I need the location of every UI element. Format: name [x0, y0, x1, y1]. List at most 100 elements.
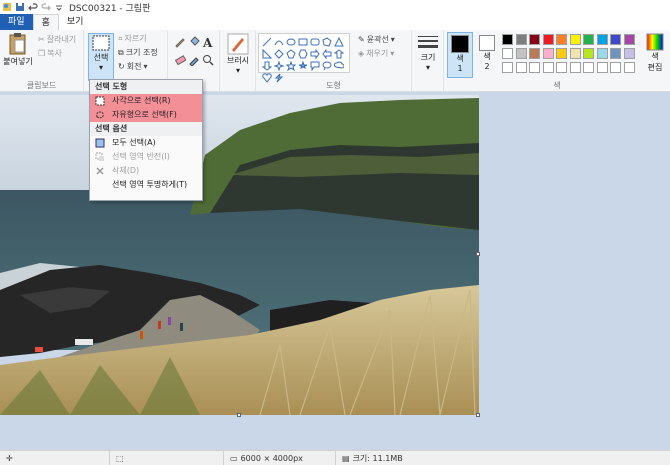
- palette-swatch-empty[interactable]: [556, 62, 567, 73]
- diamond-shape-icon[interactable]: [273, 48, 284, 59]
- color2-swatch: [479, 35, 495, 51]
- fill-bucket-icon[interactable]: [188, 36, 200, 48]
- palette-swatch[interactable]: [529, 34, 540, 45]
- palette-swatch[interactable]: [583, 48, 594, 59]
- transparent-selection-item[interactable]: 선택 영역 투명하게(T): [90, 178, 202, 192]
- tab-view[interactable]: 보기: [59, 14, 92, 30]
- chevron-down-icon: ▾: [235, 66, 240, 75]
- colors-group: 색 1 색 2 색 편집 색: [444, 30, 670, 92]
- magnifier-icon[interactable]: [202, 54, 214, 66]
- rotate-button[interactable]: ↻ 회전 ▾: [118, 61, 147, 72]
- up-arrow-shape-icon[interactable]: [333, 48, 344, 59]
- rectangle-shape-icon[interactable]: [297, 36, 308, 47]
- rectangular-selection-item[interactable]: 사각으로 선택(R): [90, 94, 202, 108]
- right-triangle-shape-icon[interactable]: [261, 48, 272, 59]
- crop-button[interactable]: ⌗ 자르기: [118, 33, 147, 44]
- palette-swatch[interactable]: [542, 48, 554, 59]
- color2-button[interactable]: 색 2: [475, 32, 499, 78]
- size-group: 크기 ▾: [412, 30, 444, 92]
- palette-swatch[interactable]: [502, 48, 513, 59]
- paste-button[interactable]: 붙여넣기: [2, 32, 34, 67]
- oval-callout-shape-icon[interactable]: [321, 60, 332, 71]
- window-title: DSC00321 - 그림판: [69, 3, 151, 14]
- palette-swatch-empty[interactable]: [583, 62, 594, 73]
- pencil-icon[interactable]: [174, 36, 186, 48]
- palette-swatch[interactable]: [583, 34, 594, 45]
- palette-swatch[interactable]: [610, 34, 621, 45]
- invert-selection-item[interactable]: 선택 영역 반전(I): [90, 150, 202, 164]
- palette-swatch[interactable]: [596, 48, 608, 59]
- hexagon-shape-icon[interactable]: [297, 48, 308, 59]
- oval-shape-icon[interactable]: [285, 36, 296, 47]
- outline-button[interactable]: ✎ 윤곽선 ▾: [358, 34, 395, 45]
- color-picker-icon[interactable]: [188, 54, 200, 66]
- palette-swatch[interactable]: [542, 34, 554, 45]
- five-point-star-shape-icon[interactable]: [285, 60, 296, 71]
- cloud-callout-shape-icon[interactable]: [333, 60, 344, 71]
- resize-button[interactable]: ⧉ 크기 조정: [118, 47, 158, 58]
- palette-swatch[interactable]: [515, 34, 527, 45]
- four-point-star-shape-icon[interactable]: [273, 60, 284, 71]
- brushes-button[interactable]: 브러시 ▾: [223, 33, 253, 75]
- palette-swatch-empty[interactable]: [502, 62, 513, 73]
- save-icon[interactable]: [15, 2, 25, 12]
- palette-swatch[interactable]: [569, 34, 581, 45]
- tab-home[interactable]: 홈: [32, 14, 59, 30]
- palette-swatch-empty[interactable]: [596, 62, 608, 73]
- clipboard-group: 붙여넣기 ✂ 잘라내기 ❐ 복사 클립보드: [0, 30, 84, 92]
- palette-swatch[interactable]: [556, 48, 567, 59]
- photo-canvas[interactable]: [0, 95, 479, 415]
- text-tool-icon[interactable]: A: [202, 36, 214, 48]
- edit-colors-button[interactable]: 색 편집: [642, 33, 668, 73]
- tab-file[interactable]: 파일: [0, 14, 33, 30]
- polygon-shape-icon[interactable]: [321, 36, 332, 47]
- palette-swatch-empty[interactable]: [610, 62, 621, 73]
- redo-icon[interactable]: [41, 2, 51, 12]
- resize-handle-corner[interactable]: [476, 413, 480, 417]
- shapes-group: ✎ 윤곽선 ▾ ◈ 채우기 ▾ 도형: [256, 30, 412, 92]
- palette-swatch-empty[interactable]: [569, 62, 581, 73]
- copy-button[interactable]: ❐ 복사: [38, 48, 62, 59]
- resize-handle-right[interactable]: [476, 252, 480, 256]
- six-point-star-shape-icon[interactable]: [297, 60, 308, 71]
- free-form-selection-item[interactable]: 자유형으로 선택(F): [90, 108, 202, 122]
- fill-button[interactable]: ◈ 채우기 ▾: [358, 48, 394, 59]
- rounded-rectangle-shape-icon[interactable]: [309, 36, 320, 47]
- curve-shape-icon[interactable]: [273, 36, 284, 47]
- palette-swatch[interactable]: [515, 48, 527, 59]
- palette-swatch-empty[interactable]: [542, 62, 554, 73]
- color1-button[interactable]: 색 1: [447, 32, 473, 78]
- palette-swatch[interactable]: [623, 48, 635, 59]
- free-form-select-icon: [96, 111, 104, 119]
- down-arrow-shape-icon[interactable]: [261, 60, 272, 71]
- palette-swatch-empty[interactable]: [529, 62, 540, 73]
- palette-swatch[interactable]: [556, 34, 567, 45]
- palette-swatch-empty[interactable]: [623, 62, 635, 73]
- select-all-item[interactable]: 모두 선택(A): [90, 136, 202, 150]
- triangle-shape-icon[interactable]: [333, 36, 344, 47]
- palette-swatch[interactable]: [596, 34, 608, 45]
- right-arrow-shape-icon[interactable]: [309, 48, 320, 59]
- coastal-photo: [0, 95, 479, 415]
- line-shape-icon[interactable]: [261, 36, 272, 47]
- delete-selection-item[interactable]: 삭제(D): [90, 164, 202, 178]
- select-rectangle-icon: [92, 35, 110, 51]
- palette-swatch[interactable]: [610, 48, 621, 59]
- palette-swatch[interactable]: [529, 48, 540, 59]
- left-arrow-shape-icon[interactable]: [321, 48, 332, 59]
- customize-toolbar-icon[interactable]: [54, 2, 64, 12]
- size-button[interactable]: 크기 ▾: [415, 34, 441, 72]
- undo-icon[interactable]: [28, 2, 38, 12]
- pentagon-shape-icon[interactable]: [285, 48, 296, 59]
- palette-swatch[interactable]: [569, 48, 581, 59]
- ribbon-tabs: 파일 홈 보기: [0, 14, 670, 30]
- cut-button[interactable]: ✂ 잘라내기: [38, 34, 76, 45]
- palette-swatch[interactable]: [623, 34, 635, 45]
- palette-swatch-empty[interactable]: [515, 62, 527, 73]
- palette-swatch[interactable]: [502, 34, 513, 45]
- callout-shape-icon[interactable]: [309, 60, 320, 71]
- copy-icon: ❐: [38, 49, 46, 58]
- resize-handle-bottom[interactable]: [237, 413, 241, 417]
- eraser-icon[interactable]: [174, 54, 186, 66]
- select-button[interactable]: 선택 ▾: [88, 33, 114, 81]
